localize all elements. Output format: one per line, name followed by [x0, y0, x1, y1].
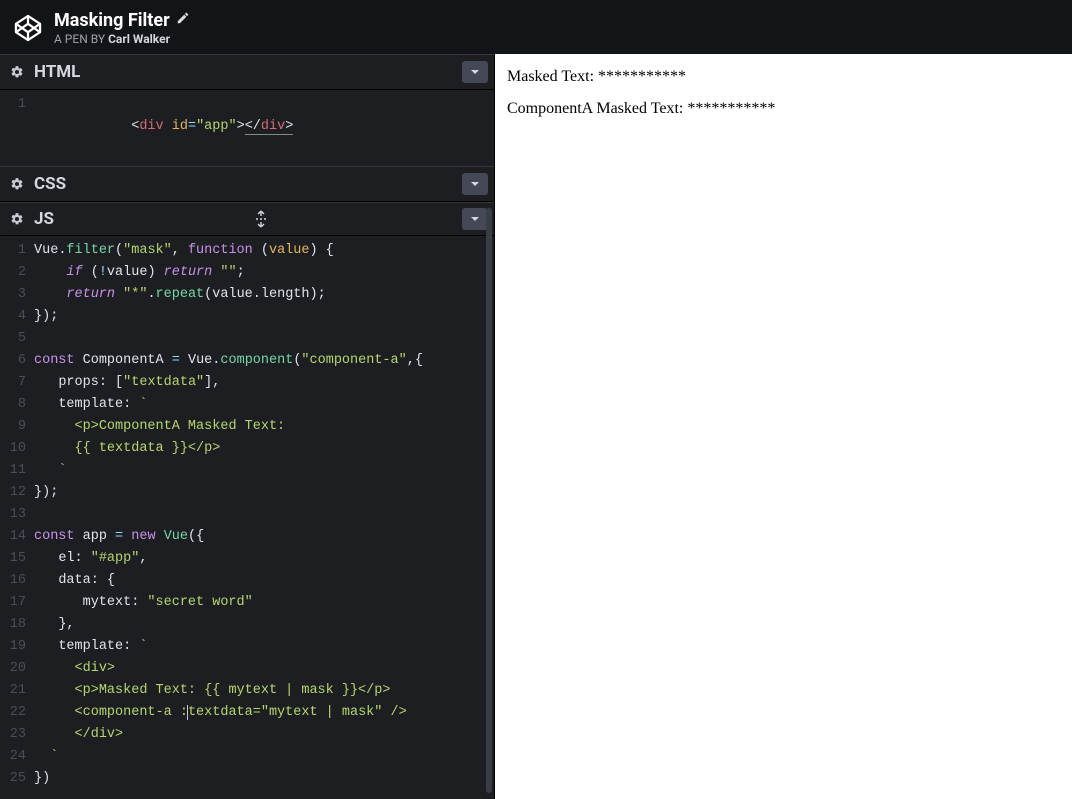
html-editor[interactable]: 1 <div id="app"></div> — [0, 90, 494, 166]
gear-icon[interactable] — [6, 208, 28, 230]
js-editor[interactable]: 1Vue.filter("mask", function (value) { 2… — [0, 236, 494, 799]
resize-vertical-icon[interactable] — [254, 210, 268, 228]
pen-title-text: Masking Filter — [54, 10, 170, 32]
js-panel: JS 1Vue.filter("mask", function (value — [0, 202, 494, 799]
preview-line: ComponentA Masked Text: *********** — [507, 100, 1060, 118]
html-panel: HTML 1 <div id="app"></div> — [0, 54, 494, 166]
css-panel: CSS — [0, 166, 494, 202]
editors-column: HTML 1 <div id="app"></div> — [0, 54, 495, 799]
chevron-down-icon[interactable] — [462, 173, 488, 195]
chevron-down-icon[interactable] — [462, 208, 488, 230]
line-number: 1 — [0, 94, 34, 160]
preview-line: Masked Text: *********** — [507, 68, 1060, 86]
pen-byline: A PEN BY Carl Walker — [54, 32, 190, 46]
pencil-icon[interactable] — [176, 11, 190, 30]
codepen-logo-icon[interactable] — [14, 14, 42, 42]
preview-pane: Masked Text: *********** ComponentA Mask… — [495, 54, 1072, 799]
panel-label-html: HTML — [28, 62, 86, 82]
topbar: Masking Filter A PEN BY Carl Walker — [0, 0, 1072, 54]
gear-icon[interactable] — [6, 173, 28, 195]
pen-title[interactable]: Masking Filter — [54, 10, 190, 32]
panel-label-js: JS — [28, 209, 60, 229]
chevron-down-icon[interactable] — [462, 61, 488, 83]
gear-icon[interactable] — [6, 61, 28, 83]
author-link[interactable]: Carl Walker — [108, 32, 170, 46]
byline-prefix: A PEN BY — [54, 32, 108, 46]
panel-label-css: CSS — [28, 174, 72, 194]
